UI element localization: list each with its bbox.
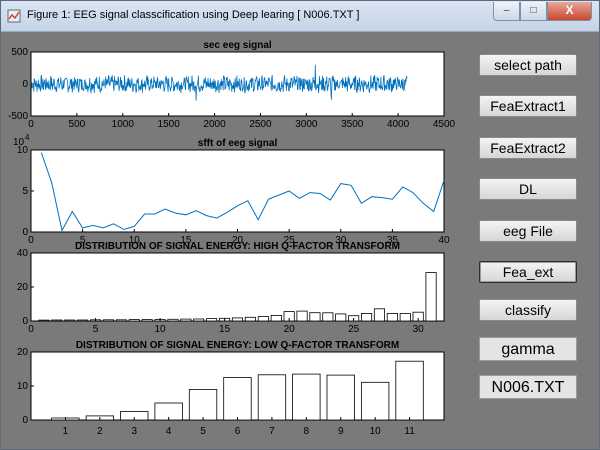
- chart-3-ytick-label: 20: [17, 282, 29, 293]
- chart-1-xtick-label: 3500: [341, 119, 364, 130]
- low-q-bar: [360, 381, 390, 421]
- chart-3-xtick-label: 20: [284, 324, 296, 335]
- low-q-bar: [188, 388, 218, 421]
- eeg-file-button[interactable]: eeg File: [479, 220, 577, 242]
- high-q-bar: [141, 319, 153, 322]
- chart-4-xtick-label: 10: [370, 426, 382, 437]
- chart-4-xtick-label: 5: [200, 426, 206, 437]
- high-q-bar: [193, 318, 205, 322]
- high-q-bar: [206, 318, 218, 322]
- high-q-bar: [115, 319, 127, 322]
- chart-1-xtick-label: 0: [28, 119, 34, 130]
- fea-extract2-button[interactable]: FeaExtract2: [479, 137, 577, 159]
- high-q-bar: [270, 314, 282, 322]
- title-bar[interactable]: Figure 1: EEG signal classcification usi…: [1, 1, 599, 32]
- low-q-bar: [257, 374, 287, 421]
- plots-canvas: sec eeg signal-50005000 500 1000 1500 2000 25…: [8, 40, 456, 437]
- figure-window: Figure 1: EEG signal classcification usi…: [0, 0, 600, 450]
- high-q-bar: [128, 319, 140, 322]
- chart-4-ytick-label: 10: [17, 381, 29, 392]
- high-q-bar: [335, 313, 347, 322]
- chart-4-xtick-label: 1: [63, 426, 69, 437]
- fea-ext-button[interactable]: Fea_ext: [479, 261, 577, 283]
- low-q-bar: [326, 374, 355, 421]
- fea-extract1-button[interactable]: FeaExtract1: [479, 95, 577, 117]
- window-title: Figure 1: EEG signal classcification usi…: [27, 9, 360, 21]
- chart-4-ytick-label: 20: [17, 347, 29, 358]
- high-q-bar: [231, 317, 244, 322]
- chart-2-xtick-label: 0: [28, 235, 34, 246]
- chart-3-xtick-label: 25: [348, 324, 360, 335]
- file-name-label: N006.TXT: [479, 375, 577, 399]
- gamma-label: gamma: [479, 337, 577, 361]
- chart-1-ytick-label: 500: [11, 47, 28, 58]
- chart-2-ytick-label: 5: [22, 186, 28, 197]
- chart-3-xtick-label: 10: [155, 324, 167, 335]
- chart-1-xtick-label: 2000: [203, 119, 226, 130]
- high-q-bar: [102, 319, 115, 322]
- high-q-bar: [64, 319, 76, 322]
- chart-2-exponent-power: 4: [25, 133, 30, 142]
- chart-4-xtick-label: 8: [304, 426, 310, 437]
- chart-4-xtick-label: 2: [97, 426, 103, 437]
- chart-4-xtick-label: 6: [235, 426, 241, 437]
- high-q-bar: [38, 319, 50, 322]
- chart-1-xtick-label: 4000: [387, 119, 410, 130]
- chart-3-xtick-label: 15: [219, 324, 231, 335]
- chart-3-xtick-label: 30: [413, 324, 425, 335]
- maximize-button[interactable]: □: [520, 2, 547, 21]
- chart-3-title: DISTRIBUTION OF SIGNAL ENERGY: HIGH Q-FA…: [75, 241, 400, 252]
- dl-button[interactable]: DL: [479, 178, 577, 200]
- chart-4-xtick-label: 7: [269, 426, 275, 437]
- chart-1-xtick-label: 1000: [112, 119, 135, 130]
- chart-1-title: sec eeg signal: [203, 40, 272, 51]
- chart-4-xtick-label: 3: [131, 426, 137, 437]
- chart-2-title: sfft of eeg signal: [198, 138, 278, 149]
- classify-button[interactable]: classify: [479, 299, 577, 321]
- chart-1-xtick-label: 1500: [158, 119, 181, 130]
- matlab-figure-icon: [7, 9, 21, 23]
- chart-4-xtick-label: 9: [338, 426, 344, 437]
- chart-1-xtick-label: 500: [69, 119, 86, 130]
- high-q-bar: [180, 318, 192, 322]
- low-q-bar: [223, 377, 252, 421]
- chart-1-xtick-label: 4500: [433, 119, 456, 130]
- chart-2-exponent-base: 10: [13, 137, 25, 148]
- chart-3-ytick-label: 40: [17, 248, 29, 259]
- chart-4-xtick-label: 11: [404, 426, 415, 437]
- low-q-bar: [292, 373, 321, 421]
- chart-4-xtick-label: 4: [166, 426, 172, 437]
- chart-4-ytick-label: 0: [22, 415, 28, 426]
- chart-2-xtick-label: 40: [438, 235, 450, 246]
- chart-4-title: DISTRIBUTION OF SIGNAL ENERGY: LOW Q-FAC…: [76, 340, 399, 351]
- high-q-bar: [257, 316, 269, 322]
- chart-1-ytick-label: 0: [22, 79, 28, 90]
- high-q-bar: [373, 308, 385, 322]
- high-q-bar: [51, 319, 63, 322]
- chart-1-ytick-label: -500: [8, 111, 28, 122]
- low-q-bar: [395, 360, 424, 421]
- high-q-bar: [322, 312, 334, 322]
- high-q-bar: [386, 312, 398, 322]
- chart-1-xtick-label: 2500: [249, 119, 272, 130]
- figure-area: sec eeg signal -500 0 500 0 500 1000 1500 2000 25…: [3, 32, 599, 450]
- high-q-bar: [77, 319, 89, 322]
- close-button[interactable]: X: [547, 2, 592, 21]
- chart-1-xtick-label: 3000: [295, 119, 318, 130]
- chart-3-xtick-label: 5: [93, 324, 99, 335]
- axes-2: [30, 149, 445, 233]
- select-path-button[interactable]: select path: [479, 54, 577, 76]
- high-q-bar: [296, 310, 308, 322]
- high-q-bar: [425, 272, 437, 322]
- chart-3-xtick-label: 0: [28, 324, 34, 335]
- high-q-bar: [399, 313, 411, 322]
- high-q-bar: [309, 312, 321, 322]
- high-q-bar: [167, 318, 179, 322]
- high-q-bar: [360, 312, 373, 322]
- high-q-bar: [244, 316, 256, 322]
- minimize-button[interactable]: –: [493, 2, 520, 21]
